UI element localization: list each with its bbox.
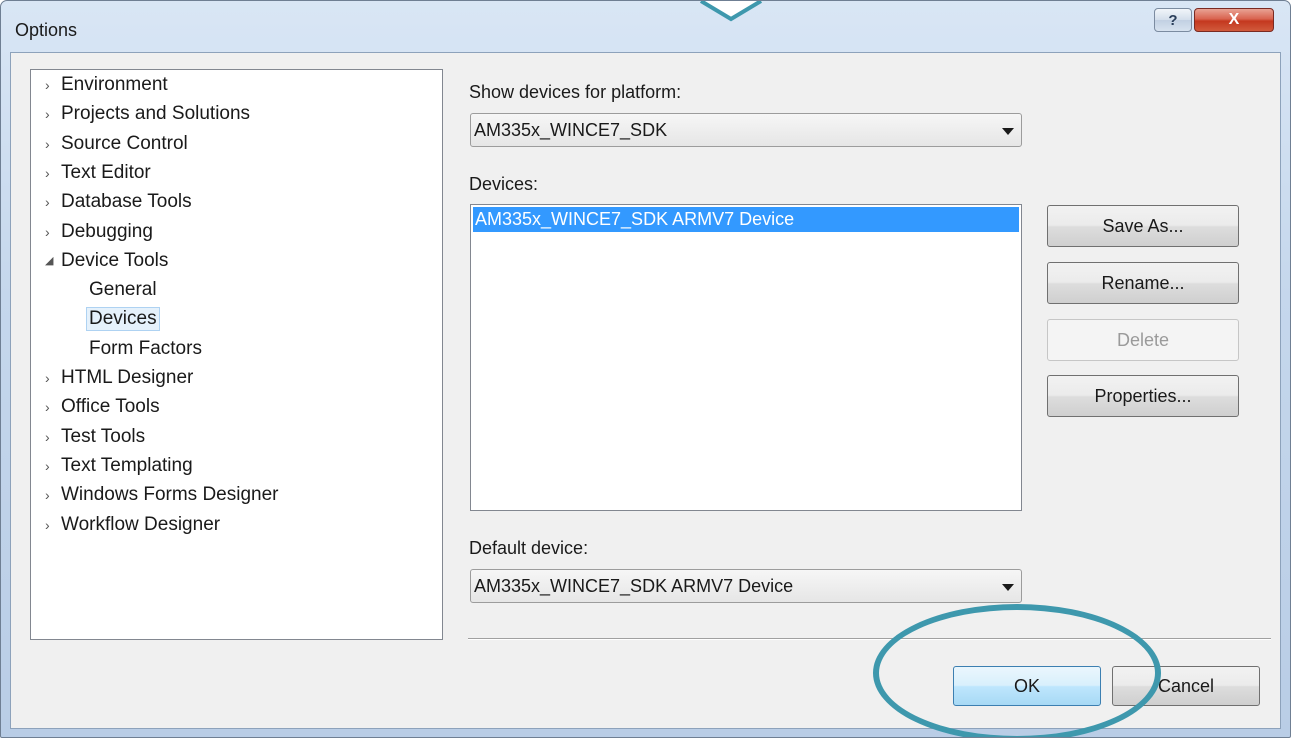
tree-item[interactable]: › Windows Forms Designer: [45, 482, 279, 508]
tree-item[interactable]: › Debugging: [45, 219, 153, 245]
collapsed-arrow-icon[interactable]: ›: [45, 106, 61, 122]
default-device-label: Default device:: [469, 538, 589, 558]
collapsed-arrow-icon[interactable]: ›: [45, 224, 61, 240]
tree-item[interactable]: Form Factors: [89, 336, 202, 362]
tree-item[interactable]: › Environment: [45, 72, 168, 98]
tree-item-label: Environment: [61, 74, 168, 95]
tree-item-label: General: [89, 279, 157, 301]
title-bar[interactable]: Options ? X: [1, 1, 1290, 59]
list-item[interactable]: AM335x_WINCE7_SDK ARMV7 Device: [473, 207, 1019, 232]
collapsed-arrow-icon[interactable]: ›: [45, 487, 61, 503]
collapsed-arrow-icon[interactable]: ›: [45, 136, 61, 152]
collapsed-arrow-icon[interactable]: ›: [45, 165, 61, 181]
platform-label: Show devices for platform:: [469, 82, 682, 102]
tree-item[interactable]: Devices: [86, 306, 160, 332]
collapsed-arrow-icon[interactable]: ›: [45, 429, 61, 445]
tree-item-label: Debugging: [61, 220, 153, 242]
tree-item-label: Form Factors: [89, 337, 202, 359]
tree-item[interactable]: › Text Templating: [45, 453, 193, 479]
tree-item[interactable]: ◢ Device Tools: [45, 248, 168, 274]
help-icon: ?: [1168, 11, 1178, 29]
chevron-down-icon[interactable]: [1002, 128, 1014, 135]
options-tree[interactable]: › Environment › Projects and Solutions › Sour…: [30, 69, 443, 640]
tree-item-label: Text Editor: [61, 161, 151, 183]
platform-combobox-value: AM335x_WINCE7_SDK: [474, 119, 668, 140]
devices-label: Devices:: [469, 174, 539, 194]
tree-item-label: Device Tools: [61, 249, 169, 271]
save-as-button[interactable]: Save As...: [1047, 205, 1239, 247]
tree-item[interactable]: › Workflow Designer: [45, 512, 220, 538]
tree-item[interactable]: › HTML Designer: [45, 365, 193, 391]
collapsed-arrow-icon[interactable]: ›: [45, 517, 61, 533]
tree-item-label: Test Tools: [61, 425, 146, 447]
close-button[interactable]: X: [1194, 8, 1274, 32]
tree-item[interactable]: › Projects and Solutions: [45, 101, 250, 127]
help-button[interactable]: ?: [1154, 8, 1192, 32]
default-device-combobox[interactable]: AM335x_WINCE7_SDK ARMV7 Device: [470, 569, 1022, 603]
tree-item-label: Windows Forms Designer: [61, 484, 279, 506]
tree-item[interactable]: General: [89, 277, 157, 303]
devices-listbox[interactable]: AM335x_WINCE7_SDK ARMV7 Device: [470, 204, 1022, 511]
expanded-arrow-icon[interactable]: ◢: [45, 254, 61, 267]
tree-item-label: Office Tools: [61, 396, 160, 418]
tree-item[interactable]: › Text Editor: [45, 160, 151, 186]
tree-item-label: Workflow Designer: [61, 513, 221, 535]
collapsed-arrow-icon[interactable]: ›: [45, 458, 61, 474]
collapsed-arrow-icon[interactable]: ›: [45, 77, 61, 93]
tree-item-label: Text Templating: [61, 454, 193, 476]
delete-button[interactable]: Delete: [1047, 319, 1239, 361]
dialog-title: Options: [15, 20, 78, 40]
collapsed-arrow-icon[interactable]: ›: [45, 194, 61, 210]
tree-item[interactable]: › Source Control: [45, 131, 188, 157]
platform-combobox[interactable]: AM335x_WINCE7_SDK: [470, 113, 1022, 147]
tree-item-label: Database Tools: [61, 191, 192, 213]
tree-item[interactable]: › Test Tools: [45, 424, 145, 450]
options-dialog: Options ? X › Environment › Projects and So…: [0, 0, 1291, 738]
tree-item[interactable]: › Office Tools: [45, 394, 160, 420]
footer-divider: [468, 638, 1271, 640]
default-device-combobox-value: AM335x_WINCE7_SDK ARMV7 Device: [474, 575, 794, 596]
tree-item-label: Devices: [86, 307, 160, 332]
collapsed-arrow-icon[interactable]: ›: [45, 399, 61, 415]
tree-item-label: Projects and Solutions: [61, 103, 251, 125]
chevron-down-icon[interactable]: [1002, 584, 1014, 591]
ok-button[interactable]: OK: [953, 666, 1101, 706]
properties-button[interactable]: Properties...: [1047, 375, 1239, 417]
close-icon: X: [1228, 11, 1240, 28]
tree-item-label: HTML Designer: [61, 367, 194, 388]
dialog-client-area: › Environment › Projects and Solutions › Sour…: [10, 52, 1281, 729]
cancel-button[interactable]: Cancel: [1112, 666, 1260, 706]
collapsed-arrow-icon[interactable]: ›: [45, 370, 61, 386]
tree-item-label: Source Control: [61, 132, 188, 154]
rename-button[interactable]: Rename...: [1047, 262, 1239, 304]
tree-item[interactable]: › Database Tools: [45, 189, 192, 215]
